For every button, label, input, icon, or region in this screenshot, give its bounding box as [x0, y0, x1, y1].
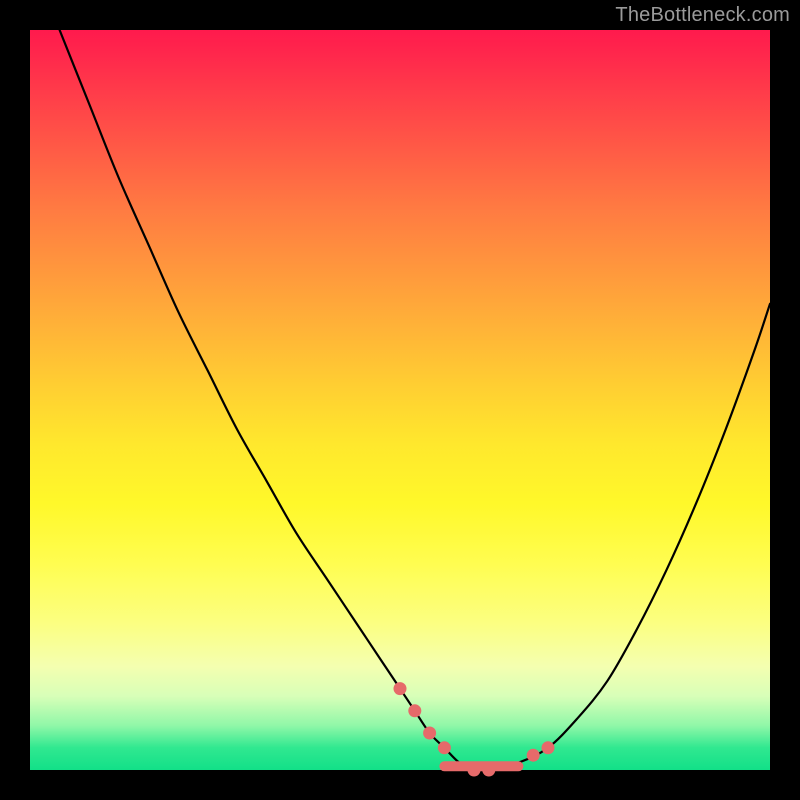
- floor-marker-dot: [482, 764, 495, 777]
- floor-marker-dot: [527, 749, 540, 762]
- chart-frame: TheBottleneck.com: [0, 0, 800, 800]
- floor-marker-dot: [438, 741, 451, 754]
- floor-marker-dot: [408, 704, 421, 717]
- watermark-text: TheBottleneck.com: [615, 4, 790, 27]
- curve-svg: [30, 30, 770, 770]
- floor-marker-dot: [394, 682, 407, 695]
- floor-marker-dot: [468, 764, 481, 777]
- plot-area: [30, 30, 770, 770]
- bottleneck-curve: [60, 30, 770, 771]
- floor-marker-dot: [542, 741, 555, 754]
- floor-marker-dot: [423, 727, 436, 740]
